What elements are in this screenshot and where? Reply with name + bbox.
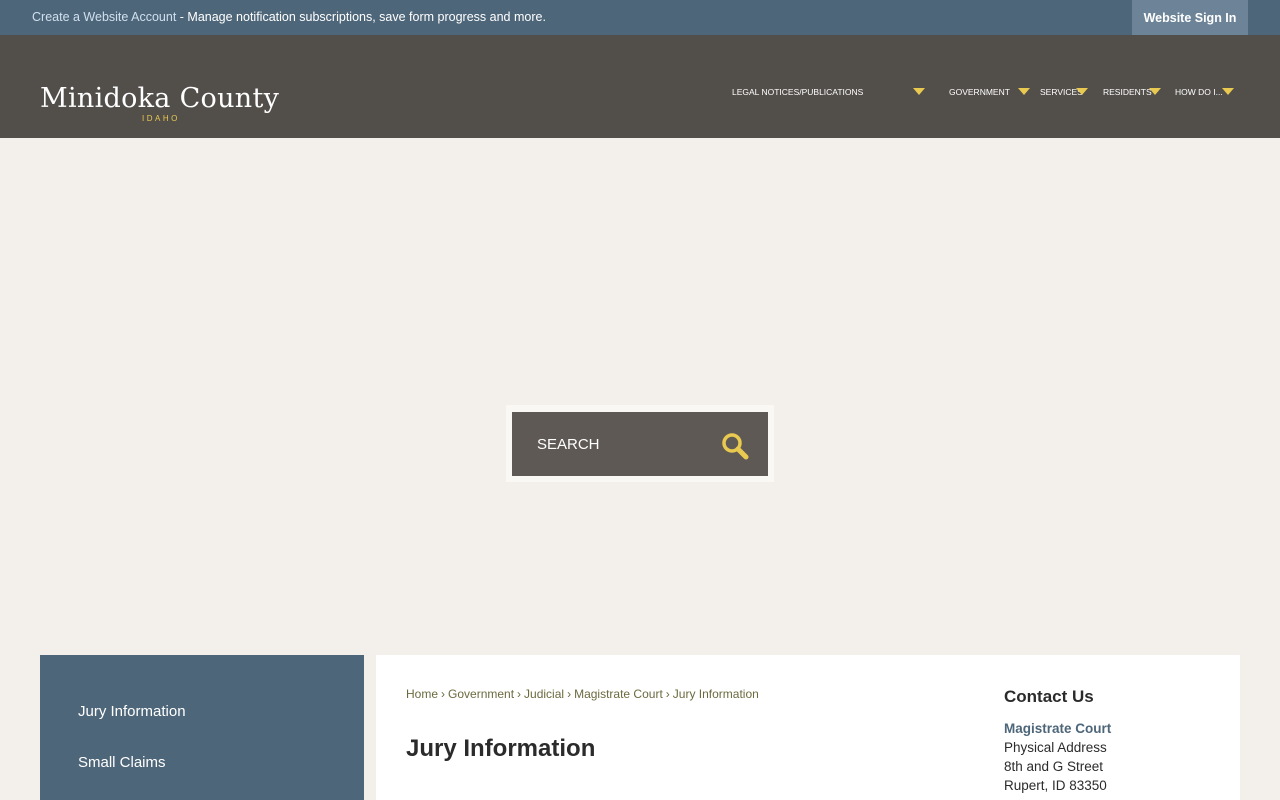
- breadcrumb-magistrate-court[interactable]: Magistrate Court: [574, 687, 663, 701]
- breadcrumb-separator: ›: [665, 687, 670, 701]
- chevron-down-icon[interactable]: [1076, 88, 1088, 95]
- search-icon[interactable]: [720, 431, 750, 461]
- chevron-down-icon[interactable]: [1018, 88, 1030, 95]
- chevron-down-icon[interactable]: [913, 88, 925, 95]
- contact-heading: Contact Us: [1004, 687, 1094, 706]
- search-input[interactable]: SEARCH: [537, 436, 600, 453]
- contact-address-label: Physical Address: [1004, 740, 1107, 755]
- logo-state: IDAHO: [142, 114, 180, 123]
- nav-item-residents[interactable]: RESIDENTS: [1103, 87, 1152, 97]
- sidebar-item-jury-information[interactable]: Jury Information: [78, 703, 186, 720]
- breadcrumb-separator: ›: [567, 687, 572, 701]
- account-message-text: - Manage notification subscriptions, sav…: [176, 10, 546, 24]
- breadcrumb-home[interactable]: Home: [406, 687, 438, 701]
- contact-city: Rupert, ID 83350: [1004, 778, 1107, 793]
- website-sign-in-button[interactable]: Website Sign In: [1132, 0, 1248, 35]
- breadcrumb-separator: ›: [441, 687, 446, 701]
- breadcrumb: Home › Government › Judicial › Magistrate Cour…: [406, 687, 759, 701]
- contact-department-link[interactable]: Magistrate Court: [1004, 721, 1224, 736]
- sidebar-item-small-claims[interactable]: Small Claims: [78, 754, 166, 771]
- site-search[interactable]: SEARCH: [512, 412, 768, 476]
- breadcrumb-government[interactable]: Government: [448, 687, 514, 701]
- page-title: Jury Information: [406, 735, 596, 762]
- logo-name: Minidoka County: [40, 83, 280, 114]
- breadcrumb-separator: ›: [517, 687, 522, 701]
- chevron-down-icon[interactable]: [1149, 88, 1161, 95]
- county-logo[interactable]: Minidoka County IDAHO: [40, 83, 300, 123]
- top-notification-bar: Create a Website Account - Manage notifi…: [0, 0, 1280, 35]
- main-content: Home › Government › Judicial › Magistrate Cour…: [376, 655, 1240, 800]
- sidebar-nav: Jury Information Small Claims: [40, 655, 364, 800]
- site-header: Minidoka County IDAHO LEGAL NOTICES/PUBL…: [0, 35, 1280, 138]
- contact-street: 8th and G Street: [1004, 759, 1104, 774]
- nav-item-legal-notices[interactable]: LEGAL NOTICES/PUBLICATIONS: [732, 87, 863, 97]
- account-message: Create a Website Account - Manage notifi…: [32, 10, 546, 24]
- nav-item-how-do-i[interactable]: HOW DO I...: [1175, 87, 1223, 97]
- contact-widget: Contact Us Magistrate Court Physical Add…: [1004, 687, 1224, 793]
- breadcrumb-judicial[interactable]: Judicial: [524, 687, 564, 701]
- chevron-down-icon[interactable]: [1222, 88, 1234, 95]
- breadcrumb-jury-information: Jury Information: [672, 687, 759, 701]
- nav-item-government[interactable]: GOVERNMENT: [949, 87, 1010, 97]
- hero-banner: [0, 138, 1280, 655]
- create-account-link[interactable]: Create a Website Account: [32, 10, 176, 24]
